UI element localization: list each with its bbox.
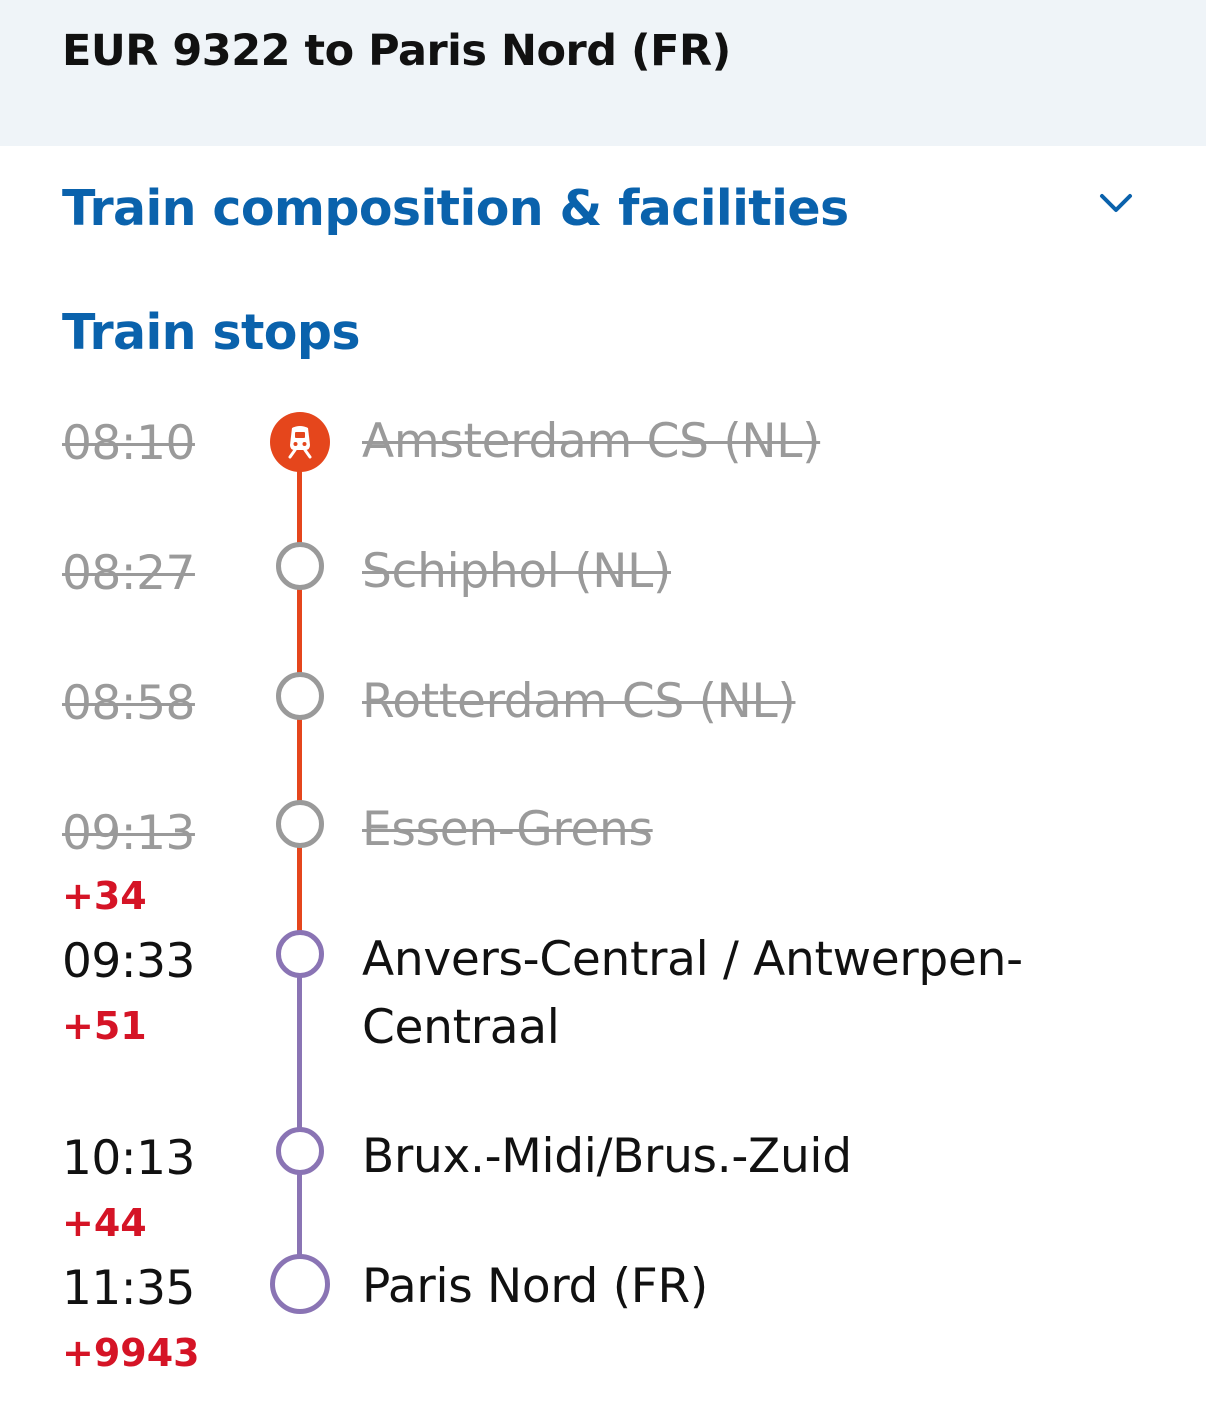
composition-facilities-title[interactable]: Train composition & facilities	[62, 180, 849, 237]
stop-marker	[276, 542, 324, 590]
stop-station: Rotterdam CS (NL)	[362, 674, 796, 729]
stop-time: 09:13	[62, 806, 195, 861]
delay-badge: +9943	[62, 1331, 200, 1375]
stop-station: Essen-Grens	[362, 802, 653, 857]
stop-station: Schiphol (NL)	[362, 544, 672, 599]
stop-station: Paris Nord (FR)	[362, 1259, 708, 1314]
stop-time: 11:35	[62, 1261, 195, 1316]
delay-badge: +51	[62, 1004, 147, 1048]
stop-time: 08:58	[62, 676, 195, 731]
stop-station: Anvers-Central / Antwerpen-Centraal	[362, 932, 1023, 1055]
delay-badge: +44	[62, 1201, 147, 1245]
composition-facilities-toggle[interactable]: Train composition & facilities	[0, 150, 1206, 270]
train-title: EUR 9322 to Paris Nord (FR)	[62, 26, 731, 76]
header: EUR 9322 to Paris Nord (FR)	[0, 0, 1206, 146]
stop-station: Brux.-Midi/Brus.-Zuid	[362, 1129, 852, 1184]
destination-marker	[270, 1254, 330, 1314]
stop-time: 08:10	[62, 416, 195, 471]
stop-marker	[276, 800, 324, 848]
stop-station: Amsterdam CS (NL)	[362, 414, 821, 469]
stop-marker	[276, 672, 324, 720]
current-position-marker	[270, 412, 330, 472]
stop-marker	[276, 930, 324, 978]
train-icon	[288, 426, 312, 459]
chevron-down-icon[interactable]	[1098, 188, 1134, 218]
stop-time: 10:13	[62, 1131, 195, 1186]
train-stops-title: Train stops	[62, 304, 361, 361]
stop-time: 08:27	[62, 546, 195, 601]
stop-time: 09:33	[62, 934, 195, 989]
upcoming-route-line	[297, 955, 302, 1260]
stop-marker	[276, 1127, 324, 1175]
delay-badge: +34	[62, 874, 147, 918]
